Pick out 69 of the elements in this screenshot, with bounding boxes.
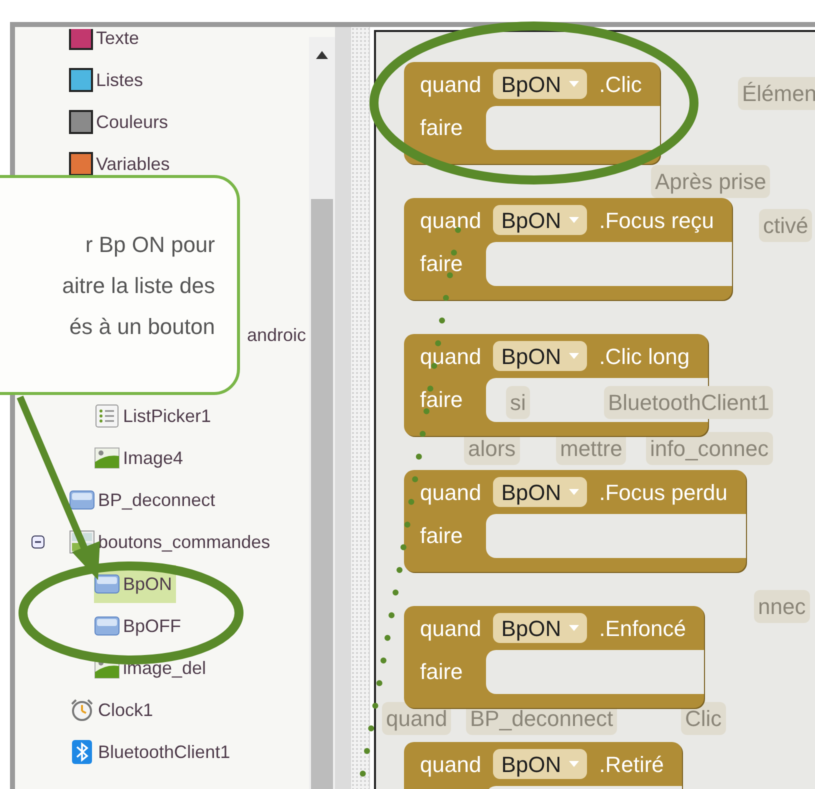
button-icon bbox=[94, 572, 120, 596]
component-dropdown[interactable]: BpON bbox=[493, 613, 588, 643]
event-block[interactable]: quand BpON .Clic faire bbox=[404, 62, 660, 164]
block-keyword: faire bbox=[420, 659, 463, 684]
faded-block-text: Après prise bbox=[651, 165, 770, 198]
tree-item[interactable]: Clock1 bbox=[69, 691, 158, 729]
block-keyword: quand bbox=[420, 478, 482, 507]
component-dropdown[interactable]: BpON bbox=[493, 205, 588, 235]
block-keyword: faire bbox=[420, 251, 463, 276]
tree-item[interactable]: image_del bbox=[94, 649, 210, 687]
event-name: .Focus perdu bbox=[599, 478, 728, 507]
scroll-up-icon[interactable] bbox=[316, 51, 328, 59]
block-category[interactable]: Listes bbox=[69, 65, 144, 95]
component-dropdown[interactable]: BpON bbox=[493, 749, 588, 779]
event-name: .Enfoncé bbox=[599, 614, 686, 642]
event-name: .Retiré bbox=[599, 750, 664, 778]
scrollbar-thumb[interactable] bbox=[311, 199, 333, 789]
block-category[interactable]: Couleurs bbox=[69, 107, 168, 137]
event-name: .Focus reçu bbox=[599, 206, 714, 235]
faded-block-text: Clic bbox=[681, 702, 726, 735]
event-block[interactable]: quand BpON .Enfoncé faire bbox=[404, 606, 704, 708]
callout-text: r Bp ON pour bbox=[85, 230, 215, 259]
component-dropdown[interactable]: BpON bbox=[493, 341, 588, 371]
block-keyword: quand bbox=[420, 342, 482, 371]
scrollbar-track[interactable] bbox=[309, 37, 335, 789]
caret-icon bbox=[569, 353, 580, 359]
event-block[interactable]: quand BpON .Focus reçu faire bbox=[404, 198, 732, 300]
tree-item[interactable]: BluetoothClient1 bbox=[69, 733, 234, 771]
component-dropdown[interactable]: BpON bbox=[493, 69, 588, 99]
faded-block-text: BluetoothClient1 bbox=[604, 386, 774, 419]
block-category[interactable]: Texte bbox=[69, 29, 140, 53]
faded-block-text: si bbox=[506, 386, 530, 419]
faded-block-text: nnec bbox=[754, 590, 810, 623]
button-icon bbox=[69, 488, 95, 512]
caret-icon bbox=[569, 625, 580, 631]
tree-item[interactable]: androic bbox=[247, 322, 306, 349]
tree-item[interactable]: Image4 bbox=[94, 439, 188, 477]
block-keyword: faire bbox=[420, 523, 463, 548]
list-icon bbox=[94, 404, 120, 428]
block-keyword: faire bbox=[420, 115, 463, 140]
tree-item[interactable]: BP_deconnect bbox=[69, 481, 220, 519]
caret-icon bbox=[569, 761, 580, 767]
event-block[interactable]: quand BpON .Retiré bbox=[404, 742, 682, 789]
blocks-workspace[interactable] bbox=[374, 30, 815, 789]
faded-block-text: info_connec bbox=[646, 432, 773, 465]
caret-icon bbox=[569, 489, 580, 495]
callout-text: és à un bouton bbox=[69, 312, 215, 340]
button-icon bbox=[94, 614, 120, 638]
bluetooth-icon bbox=[69, 740, 95, 764]
block-keyword: quand bbox=[420, 750, 482, 779]
image-icon bbox=[94, 446, 120, 470]
component-dropdown[interactable]: BpON bbox=[493, 477, 588, 507]
tree-item[interactable]: BpOFF bbox=[94, 607, 186, 645]
alarm-clock-icon bbox=[69, 698, 95, 722]
event-name: .Clic bbox=[599, 70, 642, 98]
block-keyword: quand bbox=[420, 614, 482, 643]
event-block[interactable]: quand BpON .Focus perdu faire bbox=[404, 470, 746, 572]
faded-block-text: ctivé bbox=[759, 209, 812, 242]
callout-text: aitre la liste des bbox=[62, 272, 215, 300]
block-keyword: quand bbox=[420, 206, 482, 235]
block-keyword: quand bbox=[420, 70, 482, 99]
event-name: .Clic long bbox=[599, 342, 690, 371]
collapse-icon[interactable] bbox=[31, 535, 45, 549]
caret-icon bbox=[569, 217, 580, 223]
tree-item[interactable]: ListPicker1 bbox=[94, 397, 216, 435]
block-keyword: faire bbox=[420, 387, 463, 412]
faded-block-text: Élémen bbox=[738, 77, 815, 110]
block-category[interactable]: Variables bbox=[69, 149, 170, 179]
caret-icon bbox=[569, 81, 580, 87]
